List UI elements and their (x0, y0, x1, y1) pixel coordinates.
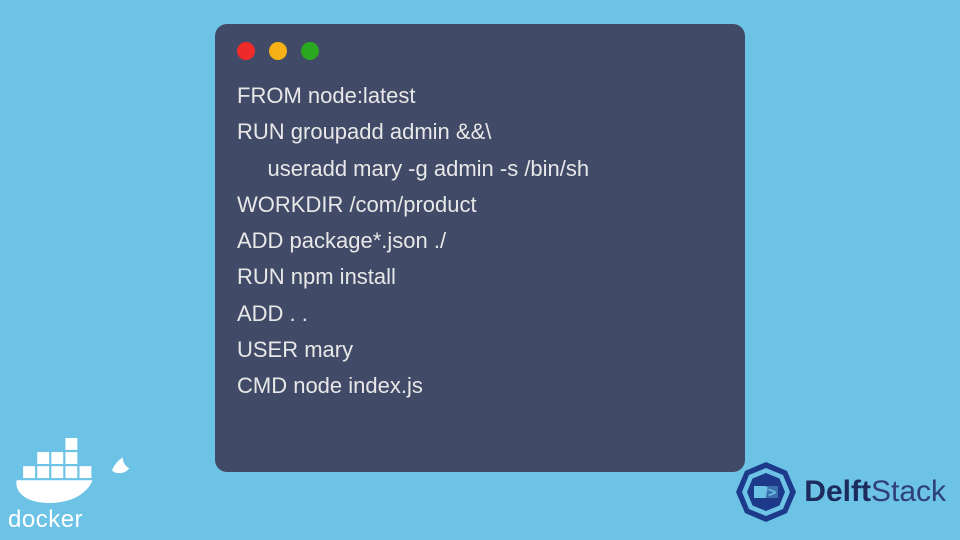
code-line: ADD . . (237, 296, 723, 332)
window-controls (237, 42, 723, 60)
delftstack-icon: </> (734, 460, 798, 524)
docker-label: docker (8, 506, 138, 534)
minimize-icon[interactable] (269, 42, 287, 60)
delftstack-label: DelftStack (804, 475, 946, 509)
docker-logo: docker (8, 438, 138, 534)
terminal-window: FROM node:latest RUN groupadd admin &&\ … (215, 24, 745, 472)
code-line: FROM node:latest (237, 78, 723, 114)
code-line: CMD node index.js (237, 368, 723, 404)
code-line: useradd mary -g admin -s /bin/sh (237, 151, 723, 187)
maximize-icon[interactable] (301, 42, 319, 60)
code-line: ADD package*.json ./ (237, 223, 723, 259)
code-line: RUN groupadd admin &&\ (237, 114, 723, 150)
delftstack-logo: </> DelftStack (734, 460, 946, 524)
svg-text:</>: </> (756, 484, 776, 500)
code-line: RUN npm install (237, 259, 723, 295)
code-line: WORKDIR /com/product (237, 187, 723, 223)
delft-part-b: Stack (871, 475, 946, 508)
delft-part-a: Delft (804, 475, 871, 508)
docker-whale-icon (8, 438, 138, 508)
close-icon[interactable] (237, 42, 255, 60)
code-line: USER mary (237, 332, 723, 368)
